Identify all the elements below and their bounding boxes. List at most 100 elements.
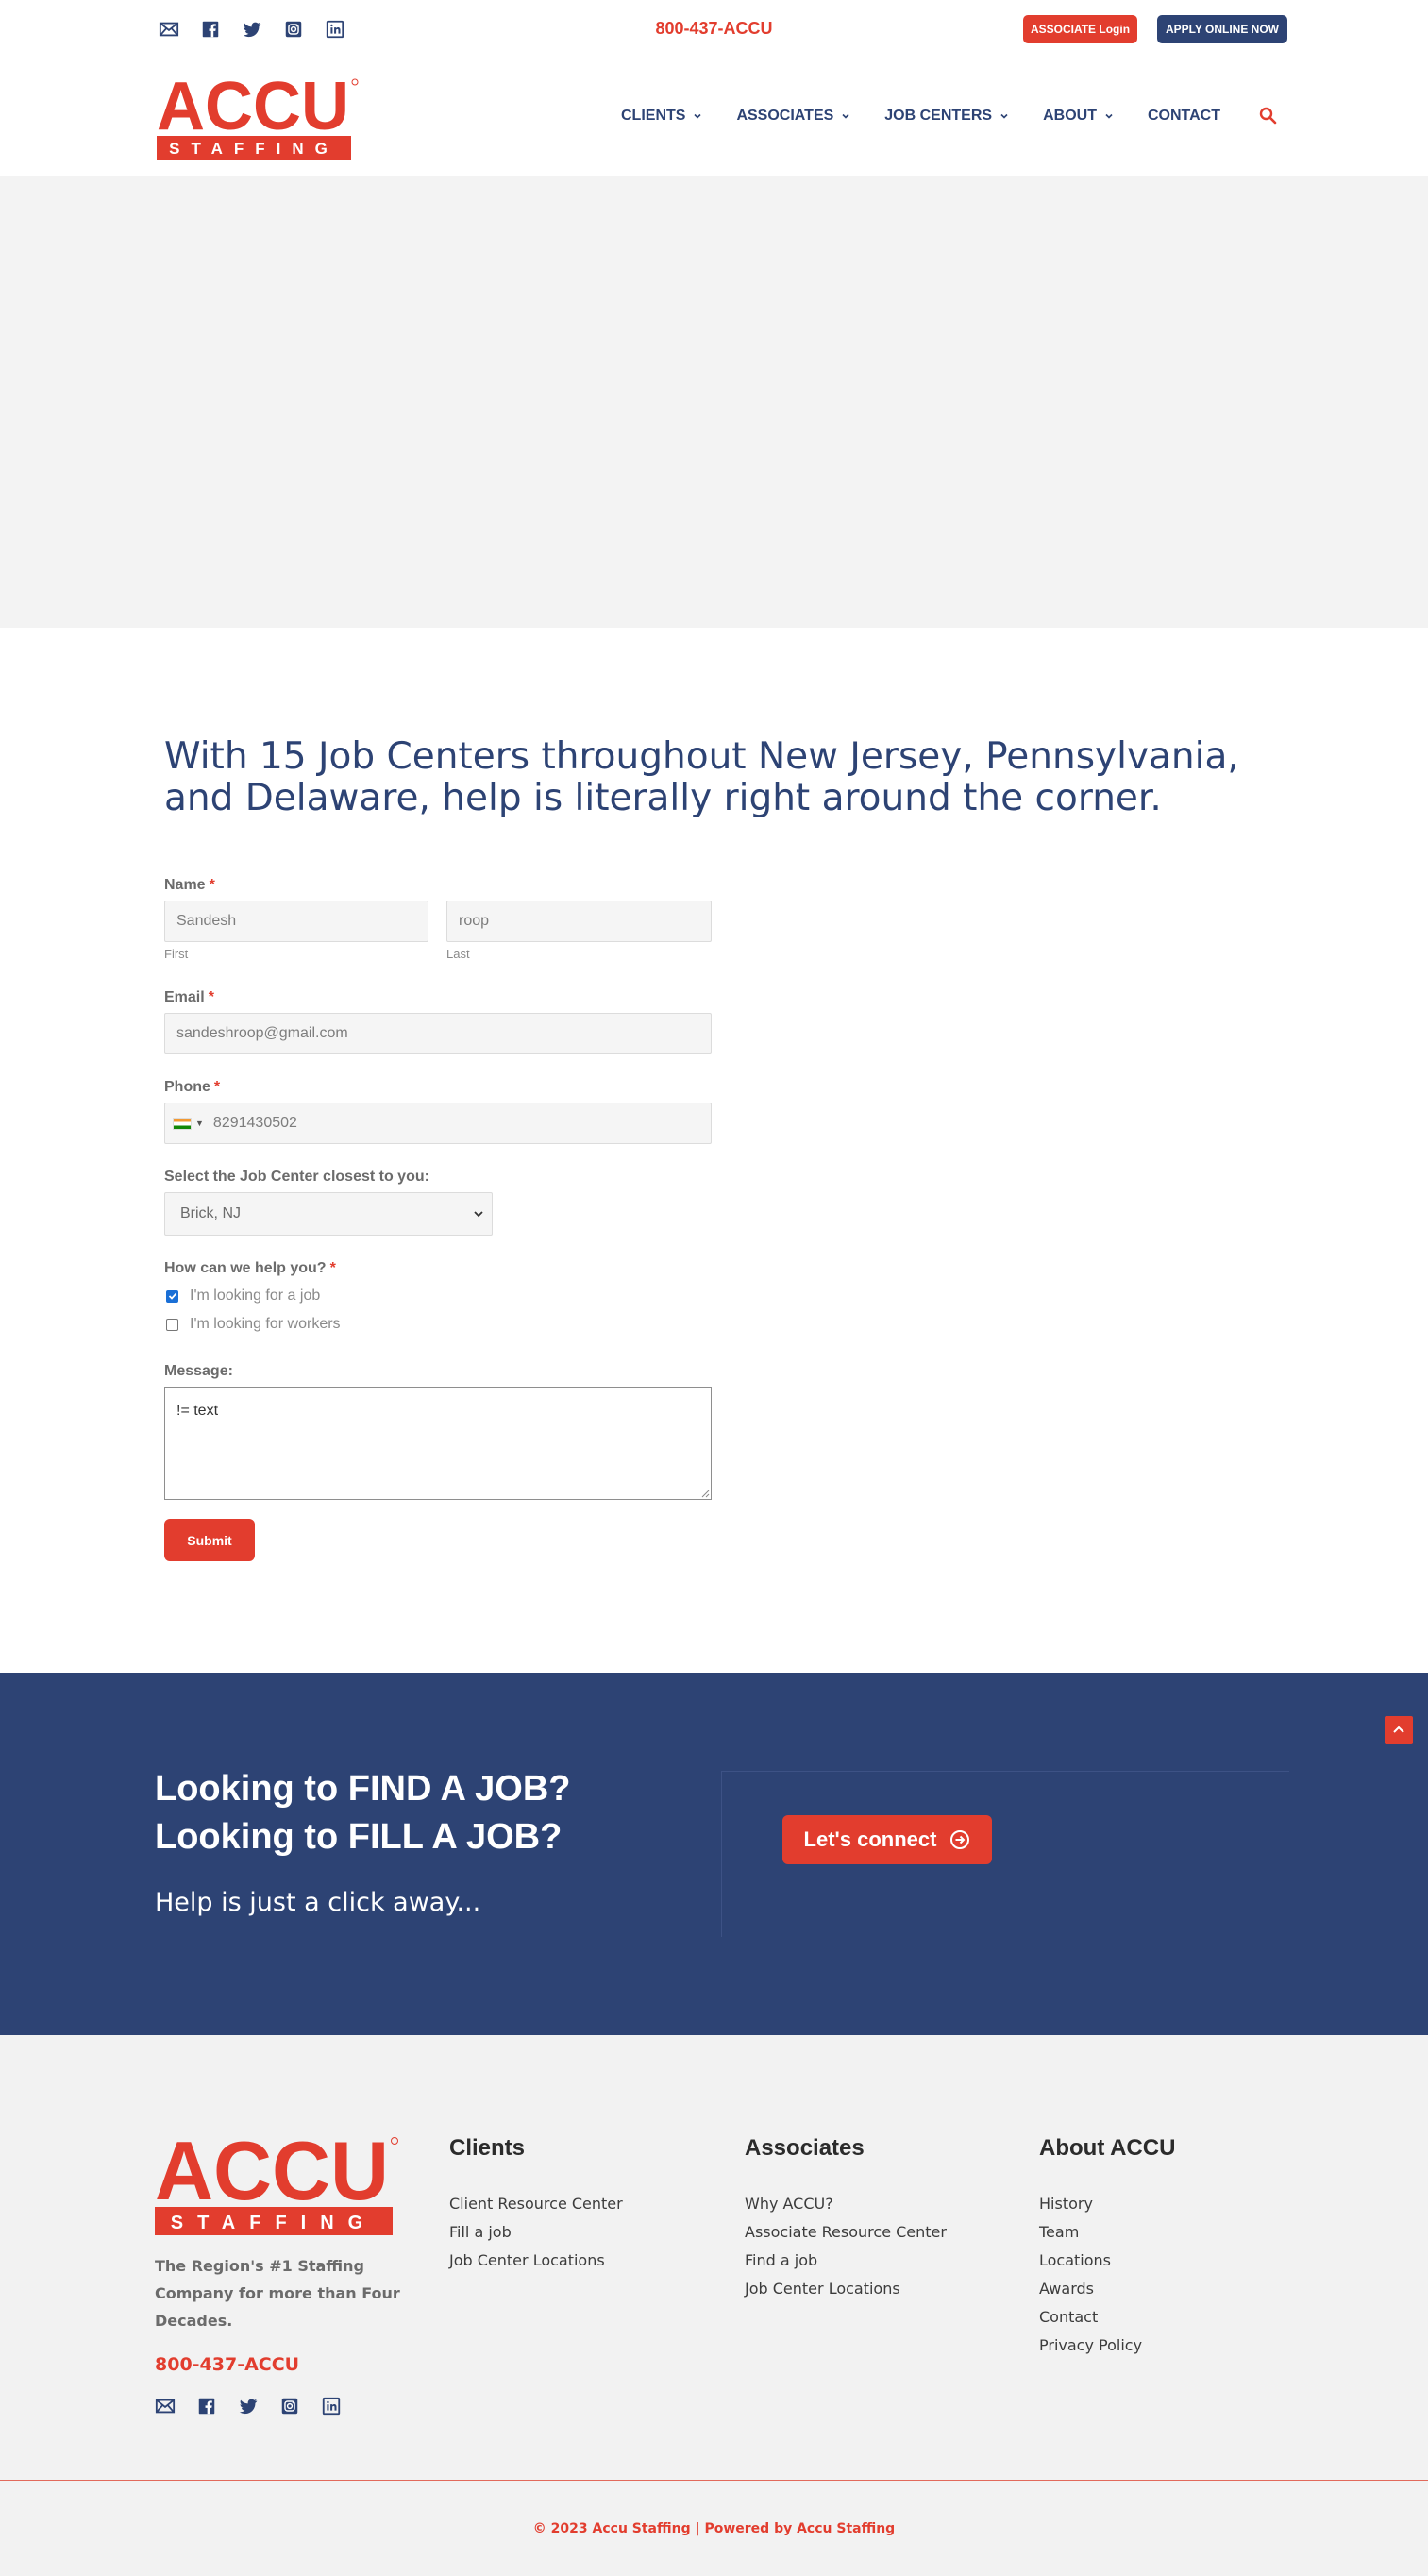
email-label: Email * <box>164 989 214 1006</box>
linkedin-icon[interactable] <box>321 2396 342 2416</box>
main-nav: CLIENTS ASSOCIATES JOB CENTERS ABOUT CON… <box>621 108 1254 125</box>
job-center-select[interactable]: Brick, NJ <box>164 1192 493 1236</box>
footer-logo[interactable]: ACCU STAFFING <box>155 2124 400 2237</box>
copyright: © 2023 Accu Staffing | Powered by Accu S… <box>532 2521 896 2536</box>
cta-line-2: Looking to FILL A JOB? <box>155 1817 563 1857</box>
option-job-label: I'm looking for a job <box>190 1288 321 1304</box>
top-phone-link[interactable]: 800-437-ACCU <box>655 19 772 38</box>
footer-link[interactable]: Job Center Locations <box>449 2247 623 2275</box>
chevron-down-icon <box>1000 113 1008 119</box>
svg-text:ACCU: ACCU <box>155 2135 389 2217</box>
svg-text:ACCU: ACCU <box>157 76 349 144</box>
nav-job-centers[interactable]: JOB CENTERS <box>884 108 1009 125</box>
nav-about[interactable]: ABOUT <box>1043 108 1114 125</box>
option-workers-row[interactable]: I'm looking for workers <box>166 1316 341 1333</box>
cta-line-1: Looking to FIND A JOB? <box>155 1769 571 1809</box>
footer-link[interactable]: Associate Resource Center <box>745 2218 947 2247</box>
footer-link[interactable]: Find a job <box>745 2247 947 2275</box>
footer-link[interactable]: Privacy Policy <box>1039 2332 1142 2360</box>
resize-grip-icon[interactable] <box>700 1489 710 1498</box>
cta-subtitle: Help is just a click away... <box>155 1888 481 1917</box>
footer-associates-links: Why ACCU? Associate Resource Center Find… <box>745 2190 947 2303</box>
footer-link[interactable]: Locations <box>1039 2247 1142 2275</box>
scroll-to-top-button[interactable] <box>1385 1716 1413 1744</box>
help-label: How can we help you? * <box>164 1260 336 1277</box>
svg-text:STAFFING: STAFFING <box>169 140 339 158</box>
instagram-icon[interactable] <box>279 2396 300 2416</box>
chevron-down-icon <box>694 113 702 119</box>
instagram-icon[interactable] <box>283 19 304 40</box>
footer-link[interactable]: Team <box>1039 2218 1142 2247</box>
check-icon <box>168 1292 176 1300</box>
footer-associates-heading: Associates <box>745 2135 865 2161</box>
phone-label-text: Phone <box>164 1079 210 1095</box>
message-label: Message: <box>164 1363 233 1379</box>
nav-about-label: ABOUT <box>1043 108 1097 124</box>
chevron-down-icon <box>842 113 849 119</box>
twitter-icon[interactable] <box>238 2396 259 2416</box>
top-bar: 800-437-ACCU ASSOCIATE Login APPLY ONLIN… <box>0 0 1428 59</box>
nav-clients[interactable]: CLIENTS <box>621 108 702 125</box>
mail-icon[interactable] <box>155 2396 176 2416</box>
nav-contact[interactable]: CONTACT <box>1148 108 1220 125</box>
name-label: Name * <box>164 877 215 894</box>
intro-heading: With 15 Job Centers throughout New Jerse… <box>164 735 1239 819</box>
chevron-down-icon <box>474 1211 483 1218</box>
hero-banner <box>0 176 1428 628</box>
svg-text:STAFFING: STAFFING <box>171 2213 378 2233</box>
message-textarea[interactable]: != text <box>164 1387 712 1500</box>
footer-social-links <box>155 2396 342 2416</box>
footer-link[interactable]: Client Resource Center <box>449 2190 623 2218</box>
footer-link[interactable]: Awards <box>1039 2275 1142 2303</box>
nav-job-centers-label: JOB CENTERS <box>884 108 993 124</box>
twitter-icon[interactable] <box>242 19 262 40</box>
social-links <box>159 19 345 40</box>
mail-icon[interactable] <box>159 19 179 40</box>
email-label-text: Email <box>164 989 205 1005</box>
india-flag-icon[interactable] <box>173 1117 192 1130</box>
submit-button[interactable]: Submit <box>164 1519 255 1561</box>
chevron-down-icon <box>1105 113 1113 119</box>
phone-value: 8291430502 <box>212 1115 297 1131</box>
footer-tagline: The Region's #1 Staffing Company for mor… <box>155 2257 400 2330</box>
help-label-text: How can we help you? <box>164 1260 327 1276</box>
footer-about-links: History Team Locations Awards Contact Pr… <box>1039 2190 1142 2360</box>
lets-connect-button[interactable]: Let's connect <box>782 1815 992 1864</box>
footer-clients-heading: Clients <box>449 2135 526 2161</box>
first-name-input[interactable]: Sandesh <box>164 901 428 942</box>
site-header: ACCU STAFFING CLIENTS ASSOCIATES JOB CEN… <box>0 60 1428 176</box>
apply-online-button[interactable]: APPLY ONLINE NOW <box>1157 15 1287 43</box>
linkedin-icon[interactable] <box>325 19 345 40</box>
required-mark: * <box>209 877 215 893</box>
footer-link[interactable]: Job Center Locations <box>745 2275 947 2303</box>
job-center-label: Select the Job Center closest to you: <box>164 1169 429 1185</box>
message-value: != text <box>176 1403 219 1419</box>
footer-phone-link[interactable]: 800-437-ACCU <box>155 2354 299 2375</box>
footer-link[interactable]: Why ACCU? <box>745 2190 947 2218</box>
required-mark: * <box>329 1260 336 1276</box>
name-label-text: Name <box>164 877 206 893</box>
site-logo[interactable]: ACCU STAFFING <box>157 69 359 161</box>
arrow-circle-right-icon <box>950 1830 970 1849</box>
option-job-row[interactable]: I'm looking for a job <box>166 1288 320 1305</box>
nav-clients-label: CLIENTS <box>621 108 686 124</box>
option-job-checkbox[interactable] <box>166 1289 178 1303</box>
last-name-input[interactable]: roop <box>446 901 712 942</box>
email-input[interactable]: sandeshroop@gmail.com <box>164 1013 712 1054</box>
nav-associates[interactable]: ASSOCIATES <box>736 108 850 125</box>
footer-link[interactable]: Contact <box>1039 2303 1142 2332</box>
last-name-sublabel: Last <box>446 947 470 961</box>
phone-label: Phone * <box>164 1079 220 1096</box>
footer-link[interactable]: Fill a job <box>449 2218 623 2247</box>
required-mark: * <box>213 1079 221 1095</box>
facebook-icon[interactable] <box>200 19 221 40</box>
facebook-icon[interactable] <box>196 2396 217 2416</box>
footer-link[interactable]: History <box>1039 2190 1142 2218</box>
chevron-up-icon <box>1393 1726 1404 1733</box>
associate-login-button[interactable]: ASSOCIATE Login <box>1023 15 1137 43</box>
phone-input[interactable]: ▼ 8291430502 <box>164 1103 712 1144</box>
option-workers-checkbox[interactable] <box>166 1318 178 1331</box>
search-icon[interactable] <box>1258 106 1279 126</box>
caret-down-icon: ▼ <box>195 1119 204 1128</box>
lets-connect-label: Let's connect <box>803 1827 937 1851</box>
